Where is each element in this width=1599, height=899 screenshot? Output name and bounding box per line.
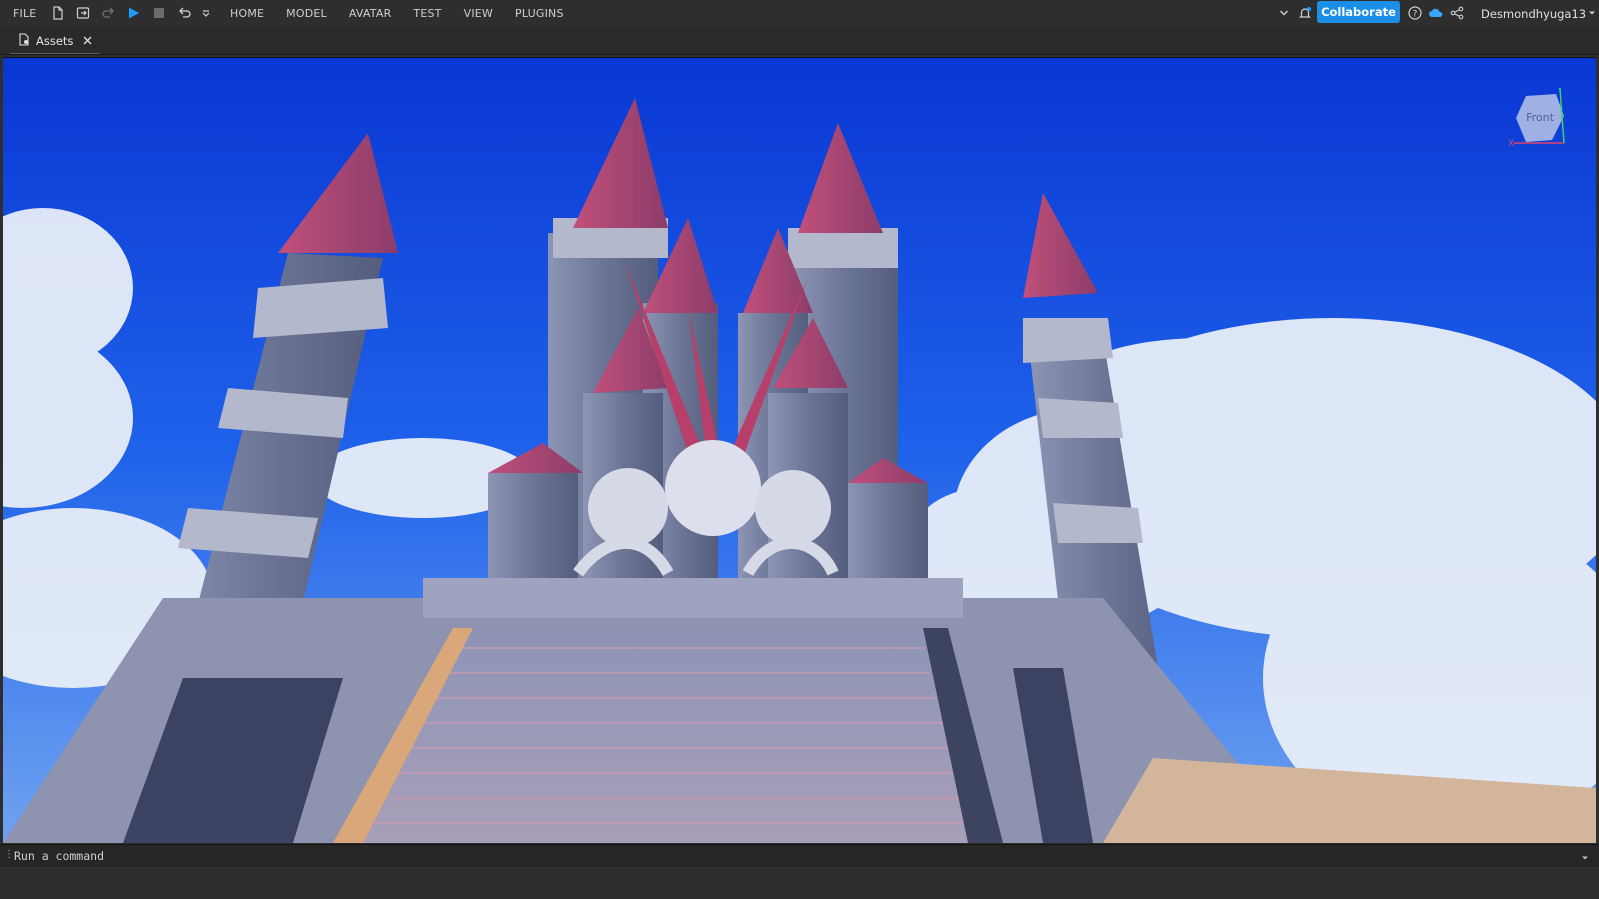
view-cube[interactable]: Front X Y <box>1504 85 1565 149</box>
view-cube-front-label: Front <box>1526 111 1555 124</box>
share-icon[interactable] <box>1449 5 1465 21</box>
account-dropdown-icon[interactable] <box>1584 5 1599 21</box>
menu-file[interactable]: FILE <box>13 7 36 20</box>
3d-viewport[interactable]: Front X Y <box>3 57 1596 843</box>
command-bar-expand-icon[interactable] <box>1581 851 1589 865</box>
svg-text:?: ? <box>1413 10 1418 20</box>
document-tab-bar: Assets <box>0 26 1599 55</box>
tab-assets-label: Assets <box>36 34 74 48</box>
help-icon[interactable]: ? <box>1407 5 1423 21</box>
close-tab-icon[interactable] <box>83 34 92 48</box>
tab-test[interactable]: TEST <box>413 7 441 20</box>
play-icon[interactable] <box>125 5 141 21</box>
assets-document-icon <box>18 33 30 49</box>
collaborate-button[interactable]: Collaborate <box>1317 1 1400 23</box>
status-bar <box>0 867 1599 899</box>
stop-icon[interactable] <box>151 5 167 21</box>
x-axis-label: X <box>1508 139 1514 149</box>
quick-access-dropdown-icon[interactable] <box>198 5 214 21</box>
menu-bar: FILE HOME MODEL AVATAR TEST VIEW PLUGINS… <box>0 0 1599 26</box>
tab-avatar[interactable]: AVATAR <box>349 7 392 20</box>
castle-scene <box>3 58 1596 843</box>
ribbon-collapse-chevron-icon[interactable] <box>1276 5 1292 21</box>
command-bar: ⋮ <box>0 844 1599 868</box>
tab-home[interactable]: HOME <box>230 7 264 20</box>
y-axis-label: Y <box>1556 88 1563 95</box>
ribbon-tabs: HOME MODEL AVATAR TEST VIEW PLUGINS <box>230 7 586 20</box>
publish-icon[interactable] <box>75 5 91 21</box>
new-file-icon[interactable] <box>50 5 66 21</box>
tab-plugins[interactable]: PLUGINS <box>515 7 564 20</box>
redo-disabled-icon[interactable] <box>100 5 116 21</box>
user-account-name[interactable]: Desmondhyuga13 <box>1481 7 1586 21</box>
command-input[interactable] <box>14 845 1574 867</box>
tab-model[interactable]: MODEL <box>286 7 327 20</box>
tab-view[interactable]: VIEW <box>464 7 493 20</box>
notification-bell-icon[interactable] <box>1297 5 1313 21</box>
command-bar-grip-icon[interactable]: ⋮ <box>4 849 14 860</box>
cloud-sync-icon[interactable] <box>1428 5 1444 21</box>
tab-assets[interactable]: Assets <box>10 31 101 54</box>
undo-icon[interactable] <box>177 5 193 21</box>
